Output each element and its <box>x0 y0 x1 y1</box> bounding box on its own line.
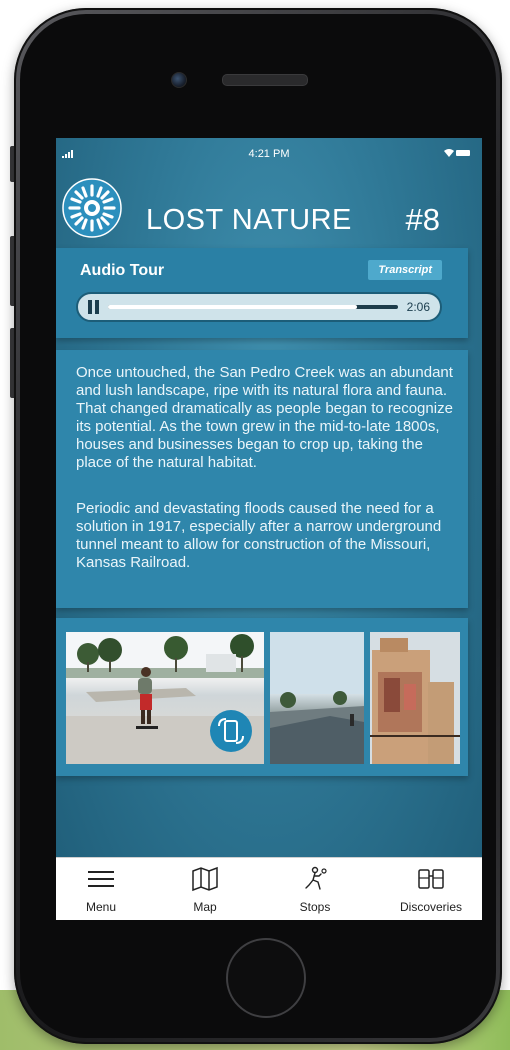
tab-label-menu: Menu <box>85 900 117 914</box>
photo-skateboarder[interactable] <box>66 632 264 764</box>
front-camera <box>171 72 187 88</box>
binoculars-icon <box>418 869 444 889</box>
audio-title: Audio Tour <box>80 262 165 279</box>
stage: 4:21 PM LOST NATURE #8 Audio Tour Transc… <box>0 0 510 1050</box>
home-button[interactable] <box>226 938 306 1018</box>
phone-rotate-icon[interactable] <box>210 710 252 752</box>
earpiece-speaker <box>222 74 308 86</box>
tab-menu[interactable]: Menu <box>56 864 146 916</box>
description-paragraph-2: Periodic and devastating floods caused t… <box>76 500 442 571</box>
header: LOST NATURE #8 <box>56 174 482 244</box>
audio-player: 2:06 <box>76 292 442 322</box>
progress-track[interactable] <box>108 305 398 309</box>
audio-time: 2:06 <box>406 300 430 314</box>
pause-icon[interactable] <box>88 300 100 314</box>
transcript-button[interactable]: Transcript <box>368 260 442 280</box>
mural-tower-scene <box>370 632 460 764</box>
photo-creek-plaza[interactable] <box>270 632 364 764</box>
tab-discoveries[interactable]: Discoveries <box>386 864 476 916</box>
tab-bar: Menu Map Stops Discoveries <box>56 857 482 920</box>
tab-map[interactable]: Map <box>160 864 250 916</box>
description-paragraph-1: Once untouched, the San Pedro Creek was … <box>76 364 453 471</box>
audio-panel: Audio Tour Transcript 2:06 <box>56 248 468 338</box>
sunburst-logo-icon <box>62 178 122 238</box>
description-panel: Once untouched, the San Pedro Creek was … <box>56 350 468 608</box>
creek-plaza-scene <box>270 632 364 764</box>
hiker-icon <box>305 866 327 890</box>
photo-mural-tower[interactable] <box>370 632 460 764</box>
page-title: LOST NATURE <box>146 204 352 236</box>
status-time: 4:21 PM <box>248 148 290 160</box>
wifi-icon <box>444 149 454 157</box>
tab-stops[interactable]: Stops <box>270 864 360 916</box>
photo-gallery <box>56 618 468 776</box>
tab-label-stops: Stops <box>299 900 331 914</box>
status-bar: 4:21 PM <box>56 138 482 168</box>
tab-label-map: Map <box>193 900 217 914</box>
menu-icon <box>88 871 114 887</box>
screen: 4:21 PM LOST NATURE #8 Audio Tour Transc… <box>56 138 482 920</box>
map-icon <box>192 866 218 892</box>
tab-label-discoveries: Discoveries <box>399 900 462 914</box>
progress-fill <box>108 305 358 309</box>
stop-number: #8 <box>405 202 440 237</box>
battery-icon <box>456 150 470 156</box>
